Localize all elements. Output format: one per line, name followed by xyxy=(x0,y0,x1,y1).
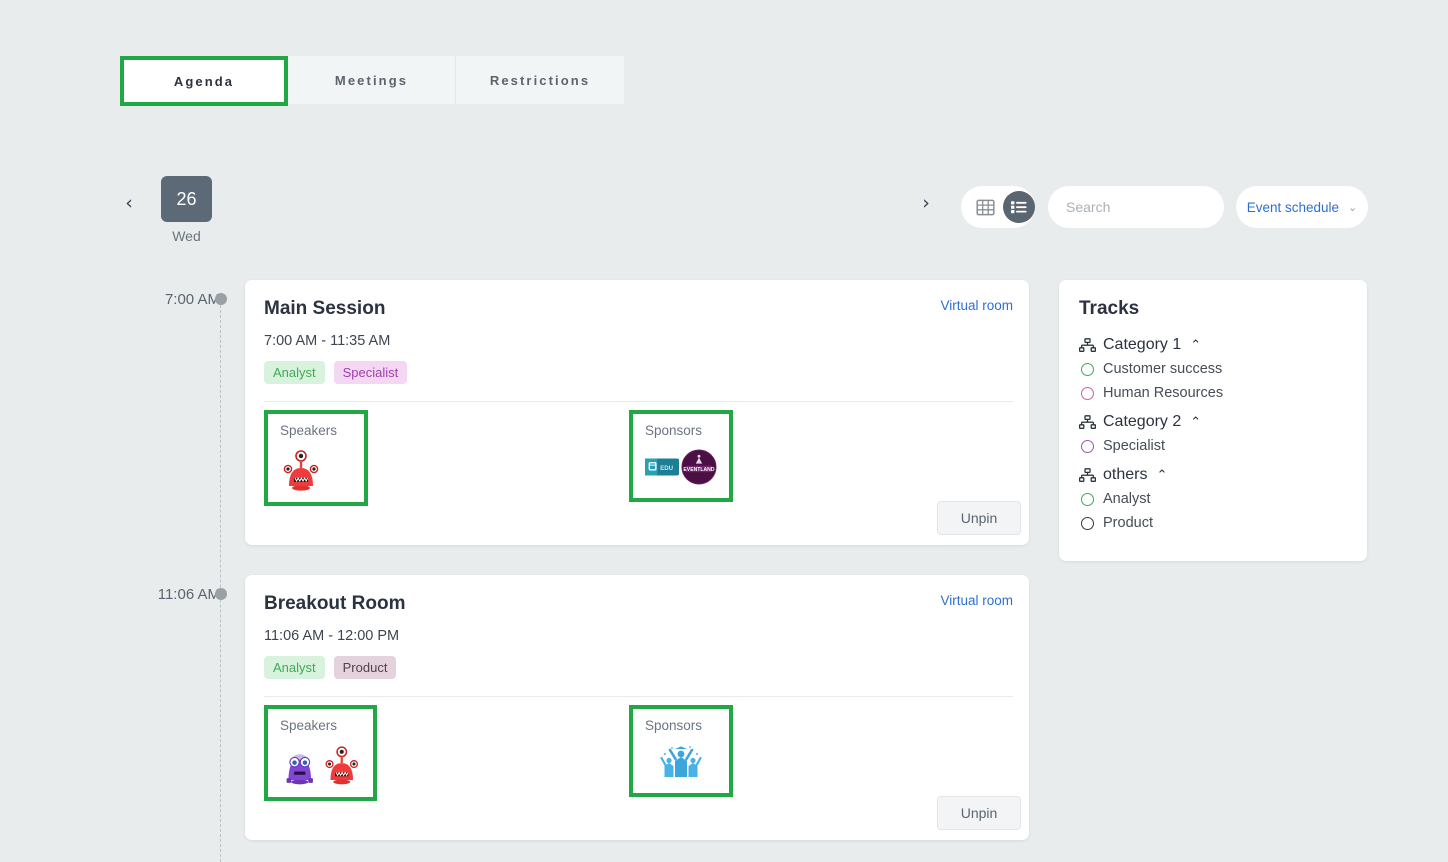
track-group-header[interactable]: Category 1 ⌃ xyxy=(1079,336,1347,354)
chevron-up-icon[interactable]: ⌃ xyxy=(1156,468,1167,483)
track-item-label: Customer success xyxy=(1103,361,1223,377)
unpin-button[interactable]: Unpin xyxy=(937,501,1021,535)
search-box xyxy=(1048,186,1279,228)
tracks-panel: Tracks Category 1 ⌃ Customer success Hum… xyxy=(1059,280,1367,561)
search-input[interactable] xyxy=(1066,199,1247,215)
track-color-dot xyxy=(1081,516,1094,530)
session-card[interactable]: Virtual room Breakout Room 11:06 AM - 12… xyxy=(245,575,1029,840)
unpin-button[interactable]: Unpin xyxy=(937,796,1021,830)
session-tag[interactable]: Analyst xyxy=(264,656,325,679)
speakers-panel[interactable]: Speakers xyxy=(264,410,368,506)
chevron-up-icon[interactable]: ⌃ xyxy=(1190,338,1201,353)
virtual-room-link[interactable]: Virtual room xyxy=(940,298,1013,313)
track-color-dot xyxy=(1081,362,1094,376)
track-item[interactable]: Product xyxy=(1081,515,1347,531)
session-title: Main Session xyxy=(264,298,386,319)
session-tags: Analyst Product xyxy=(264,656,1013,679)
timeline-line xyxy=(220,300,221,862)
sponsors-label: Sponsors xyxy=(645,718,703,733)
sponsors-list: EDU EVENTLAND xyxy=(645,448,717,486)
list-view-button[interactable] xyxy=(1003,191,1035,223)
sponsors-panel[interactable]: Sponsors xyxy=(629,705,733,797)
tab-meetings-label: Meetings xyxy=(334,72,409,88)
chevron-down-icon: ⌄ xyxy=(1348,200,1358,214)
session-tag[interactable]: Specialist xyxy=(333,361,408,384)
tab-restrictions[interactable]: Restrictions xyxy=(456,56,624,104)
event-schedule-dropdown[interactable]: Event schedule ⌄ xyxy=(1236,186,1368,228)
track-group-header[interactable]: Category 2 ⌃ xyxy=(1079,413,1347,431)
virtual-room-link[interactable]: Virtual room xyxy=(940,593,1013,608)
sponsors-label: Sponsors xyxy=(645,423,703,438)
session-time: 11:06 AM - 12:00 PM xyxy=(264,628,400,644)
session-time: 7:00 AM - 11:35 AM xyxy=(264,333,391,349)
sponsors-panel[interactable]: Sponsors EDU EVENTLAND xyxy=(629,410,733,502)
timeline-time-1: 11:06 AM xyxy=(157,586,220,603)
track-color-dot xyxy=(1081,439,1094,453)
session-tags: Analyst Specialist xyxy=(264,361,1013,384)
speakers-label: Speakers xyxy=(280,423,338,438)
session-panels: Speakers Sponsors EDU EVENTLAND xyxy=(264,402,1013,506)
speakers-label: Speakers xyxy=(280,718,338,733)
timeline-dot-1 xyxy=(215,588,227,600)
track-item[interactable]: Customer success xyxy=(1081,361,1347,377)
session-tag[interactable]: Analyst xyxy=(264,361,325,384)
track-color-dot xyxy=(1081,386,1094,400)
timeline-dot-0 xyxy=(215,293,227,305)
track-item[interactable]: Analyst xyxy=(1081,491,1347,507)
date-day-number: 26 xyxy=(176,188,197,209)
sitemap-icon xyxy=(1079,467,1096,482)
purple-monster-avatar[interactable] xyxy=(280,743,320,787)
svg-text:EVENTLAND: EVENTLAND xyxy=(683,467,714,473)
sitemap-icon xyxy=(1079,414,1096,429)
grid-view-button[interactable] xyxy=(969,191,1001,223)
sponsors-list xyxy=(645,743,717,781)
prev-day-button[interactable]: ‹ xyxy=(116,190,142,216)
track-item[interactable]: Specialist xyxy=(1081,438,1347,454)
speakers-panel[interactable]: Speakers xyxy=(264,705,377,801)
track-group-label: Category 1 xyxy=(1103,336,1182,353)
tab-agenda-label: Agenda xyxy=(173,73,235,89)
track-group-label: Category 2 xyxy=(1103,413,1182,430)
view-mode-toggle xyxy=(961,186,1035,228)
track-group-header[interactable]: others ⌃ xyxy=(1079,466,1347,484)
track-item-label: Specialist xyxy=(1103,438,1166,454)
main-tabs: Agenda Meetings Restrictions xyxy=(120,56,624,106)
sitemap-icon xyxy=(1079,337,1096,352)
track-item-label: Human Resources xyxy=(1103,385,1224,401)
selected-date-chip[interactable]: 26 xyxy=(161,176,212,222)
next-day-button[interactable]: › xyxy=(913,190,939,216)
blue-graduates-logo[interactable] xyxy=(659,743,703,781)
timeline-time-0: 7:00 AM xyxy=(164,291,220,308)
date-weekday-label: Wed xyxy=(172,228,201,244)
tab-agenda[interactable]: Agenda xyxy=(120,56,288,106)
track-color-dot xyxy=(1081,492,1094,506)
grid-view-icon xyxy=(975,199,995,215)
red-monster-avatar[interactable] xyxy=(322,743,362,787)
tab-restrictions-label: Restrictions xyxy=(489,72,591,88)
red-monster-avatar[interactable] xyxy=(280,448,322,492)
event-schedule-label: Event schedule xyxy=(1246,199,1340,215)
list-view-icon xyxy=(1011,201,1027,214)
track-item[interactable]: Human Resources xyxy=(1081,385,1347,401)
track-item-label: Product xyxy=(1103,515,1153,531)
chevron-up-icon[interactable]: ⌃ xyxy=(1190,415,1201,430)
track-group-label: others xyxy=(1103,466,1148,483)
tracks-title: Tracks xyxy=(1079,298,1140,319)
teal-rect-logo[interactable]: EDU xyxy=(645,454,680,480)
speakers-list xyxy=(280,448,352,492)
session-tag[interactable]: Product xyxy=(333,656,397,679)
speakers-list xyxy=(280,743,361,787)
session-panels: Speakers Sponsors xyxy=(264,697,1013,801)
track-item-label: Analyst xyxy=(1103,491,1151,507)
svg-text:EDU: EDU xyxy=(660,465,674,472)
tab-meetings[interactable]: Meetings xyxy=(288,56,456,104)
eventland-circle-logo[interactable]: EVENTLAND xyxy=(681,448,717,486)
session-card[interactable]: Virtual room Main Session 7:00 AM - 11:3… xyxy=(245,280,1029,545)
session-title: Breakout Room xyxy=(264,593,406,614)
